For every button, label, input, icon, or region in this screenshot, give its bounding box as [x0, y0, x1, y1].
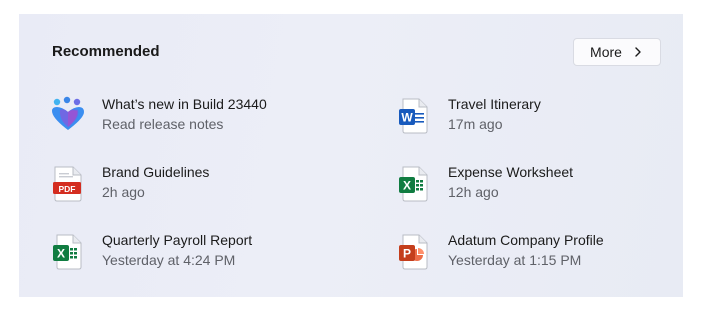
word-icon-letter: W [401, 111, 413, 125]
item-name: Brand Guidelines [102, 164, 210, 180]
recommended-item-quarterly-payroll-report[interactable]: X Quarterly Payroll Report Yesterday at … [50, 232, 330, 276]
tips-app-icon [52, 96, 84, 130]
pdf-document-icon: PDF [53, 166, 82, 202]
section-title: Recommended [52, 43, 160, 60]
recommended-item-adatum-company-profile[interactable]: P Adatum Company Profile Yesterday at 1:… [396, 232, 676, 276]
recommended-item-travel-itinerary[interactable]: W Travel Itinerary 17m ago [396, 96, 676, 140]
item-subtitle: 2h ago [102, 184, 145, 200]
item-name: Adatum Company Profile [448, 232, 604, 248]
item-subtitle: Yesterday at 1:15 PM [448, 252, 582, 268]
excel-icon-letter: X [403, 179, 411, 193]
item-name: What’s new in Build 23440 [102, 96, 267, 112]
excel-document-icon: X [53, 234, 82, 270]
more-button[interactable]: More [573, 38, 661, 66]
recommended-item-whats-new[interactable]: What’s new in Build 23440 Read release n… [50, 96, 330, 140]
recommended-panel: Recommended More What’s new in Build 234… [19, 14, 683, 297]
item-subtitle: 17m ago [448, 116, 503, 132]
item-subtitle: Yesterday at 4:24 PM [102, 252, 236, 268]
excel-document-icon: X [399, 166, 428, 202]
recommended-item-brand-guidelines[interactable]: PDF Brand Guidelines 2h ago [50, 164, 330, 208]
item-subtitle: Read release notes [102, 116, 224, 132]
chevron-right-icon [635, 47, 641, 57]
recommended-item-expense-worksheet[interactable]: X Expense Worksheet 12h ago [396, 164, 676, 208]
pdf-icon-label: PDF [59, 184, 76, 194]
item-subtitle: 12h ago [448, 184, 499, 200]
more-button-label: More [590, 44, 622, 60]
item-name: Travel Itinerary [448, 96, 541, 112]
item-name: Quarterly Payroll Report [102, 232, 253, 248]
word-document-icon: W [399, 98, 428, 134]
excel-icon-letter: X [57, 247, 65, 261]
item-name: Expense Worksheet [448, 164, 574, 180]
powerpoint-document-icon: P [399, 234, 428, 270]
powerpoint-icon-letter: P [403, 247, 411, 261]
